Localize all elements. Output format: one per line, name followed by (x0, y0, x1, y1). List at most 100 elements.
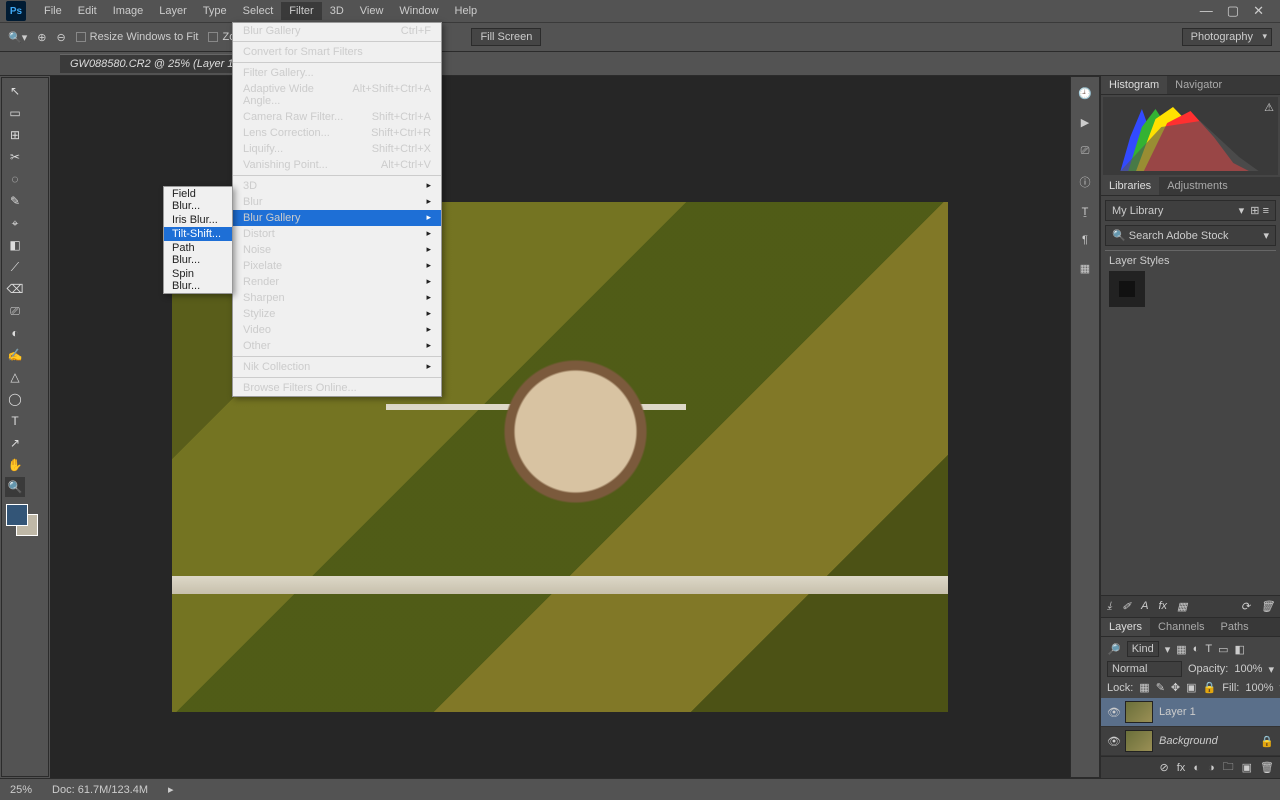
menu-file[interactable]: File (36, 2, 70, 20)
actions-icon[interactable]: ▶ (1081, 116, 1089, 129)
new-adjustment-icon[interactable]: ◑ (1208, 762, 1215, 774)
histogram-warning-icon[interactable]: ⚠ (1264, 101, 1274, 114)
filter-item-stylize[interactable]: Stylize (233, 306, 441, 322)
tool-14[interactable]: ◯ (5, 389, 25, 409)
zoom-out-icon[interactable]: ⊖ (56, 31, 65, 44)
filter-type-icon[interactable]: T (1205, 643, 1212, 655)
filter-item-distort[interactable]: Distort (233, 226, 441, 242)
tool-3[interactable]: ✂ (5, 147, 25, 167)
info-icon[interactable]: ⓘ (1080, 174, 1091, 190)
tab-channels[interactable]: Channels (1150, 618, 1212, 636)
filter-item-blur-gallery[interactable]: Blur GalleryCtrl+F (233, 23, 441, 39)
menu-image[interactable]: Image (105, 2, 152, 20)
menu-edit[interactable]: Edit (70, 2, 105, 20)
tab-adjustments[interactable]: Adjustments (1159, 177, 1236, 195)
tool-9[interactable]: ⌫ (5, 279, 25, 299)
paragraph-icon[interactable]: ¶ (1082, 234, 1088, 246)
tool-10[interactable]: ⎚ (5, 301, 25, 321)
library-search[interactable]: 🔍 Search Adobe Stock ▾ (1105, 225, 1276, 246)
filter-item-pixelate[interactable]: Pixelate (233, 258, 441, 274)
layer-row[interactable]: 👁Layer 1 (1101, 698, 1280, 727)
resize-windows-checkbox[interactable]: Resize Windows to Fit (76, 31, 199, 43)
tab-layers[interactable]: Layers (1101, 618, 1150, 636)
filter-item-blur-gallery[interactable]: Blur Gallery (233, 210, 441, 226)
link-layers-icon[interactable]: ⊘ (1160, 761, 1169, 774)
menu-filter[interactable]: Filter (281, 2, 321, 20)
menu-view[interactable]: View (352, 2, 392, 20)
filter-item-nik-collection[interactable]: Nik Collection (233, 359, 441, 375)
filter-item-adaptive-wide-angle-[interactable]: Adaptive Wide Angle...Alt+Shift+Ctrl+A (233, 81, 441, 109)
layer-style-thumb[interactable] (1109, 271, 1145, 307)
filter-item-blur[interactable]: Blur (233, 194, 441, 210)
tool-5[interactable]: ✎ (5, 191, 25, 211)
blur-gallery-item-iris-blur-[interactable]: Iris Blur... (164, 213, 232, 227)
tool-2[interactable]: ⊞ (5, 125, 25, 145)
blur-gallery-item-path-blur-[interactable]: Path Blur... (164, 241, 232, 267)
tool-1[interactable]: ▭ (5, 103, 25, 123)
layer-fx-icon[interactable]: fx (1177, 762, 1186, 774)
char-style-icon[interactable]: A (1141, 600, 1148, 613)
filter-shape-icon[interactable]: ▭ (1218, 643, 1228, 656)
lock-all-icon[interactable]: 🔒 (1203, 681, 1217, 694)
tool-17[interactable]: ✋ (5, 455, 25, 475)
lock-pixels-icon[interactable]: ✎ (1156, 681, 1165, 694)
filter-item-camera-raw-filter-[interactable]: Camera Raw Filter...Shift+Ctrl+A (233, 109, 441, 125)
delete-layer-icon[interactable]: 🗑 (1260, 761, 1274, 774)
properties-icon[interactable]: ⎚ (1081, 145, 1090, 158)
tool-7[interactable]: ◧ (5, 235, 25, 255)
tool-18[interactable]: 🔍 (5, 477, 25, 497)
doc-size[interactable]: Doc: 61.7M/123.4M (52, 784, 148, 796)
tool-15[interactable]: T (5, 411, 25, 431)
menu-type[interactable]: Type (195, 2, 235, 20)
new-group-icon[interactable]: 🗀 (1223, 758, 1234, 777)
add-graphic-icon[interactable]: ✐ (1122, 600, 1131, 613)
zoom-in-icon[interactable]: ⊕ (37, 31, 46, 44)
filter-item-render[interactable]: Render (233, 274, 441, 290)
tool-16[interactable]: ↗ (5, 433, 25, 453)
library-selector[interactable]: My Library ▾ ⊞ ≡ (1105, 200, 1276, 221)
menu-select[interactable]: Select (235, 2, 282, 20)
tab-histogram[interactable]: Histogram (1101, 76, 1167, 94)
minimize-icon[interactable]: — (1200, 3, 1213, 19)
sync-icon[interactable]: ⟳ (1241, 600, 1250, 613)
tool-0[interactable]: ↖ (5, 81, 25, 101)
workspace-selector[interactable]: Photography (1182, 28, 1272, 46)
foreground-swatch[interactable] (6, 504, 28, 526)
close-icon[interactable]: ✕ (1253, 3, 1264, 19)
tool-6[interactable]: ⌖ (5, 213, 25, 233)
blur-gallery-item-tilt-shift-[interactable]: Tilt-Shift... (164, 227, 232, 241)
layer-row[interactable]: 👁Background🔒 (1101, 727, 1280, 756)
menu-window[interactable]: Window (391, 2, 446, 20)
tab-libraries[interactable]: Libraries (1101, 177, 1159, 195)
tab-paths[interactable]: Paths (1213, 618, 1257, 636)
layer-filter-kind[interactable]: Kind (1127, 641, 1159, 657)
filter-item-convert-for-smart-filters[interactable]: Convert for Smart Filters (233, 44, 441, 60)
filter-item-liquify-[interactable]: Liquify...Shift+Ctrl+X (233, 141, 441, 157)
fx-icon[interactable]: fx (1158, 600, 1167, 613)
tool-11[interactable]: ◐ (5, 323, 25, 343)
filter-item-sharpen[interactable]: Sharpen (233, 290, 441, 306)
new-layer-icon[interactable]: ▣ (1242, 761, 1252, 774)
visibility-icon[interactable]: 👁 (1107, 706, 1119, 719)
trash-icon[interactable]: 🗑 (1260, 600, 1274, 613)
menu-help[interactable]: Help (447, 2, 486, 20)
filter-pixel-icon[interactable]: ▦ (1176, 643, 1186, 656)
tool-8[interactable]: ⟋ (5, 257, 25, 277)
fill-value[interactable]: 100% (1245, 682, 1273, 694)
styles-icon[interactable]: ▦ (1080, 262, 1090, 275)
blur-gallery-item-spin-blur-[interactable]: Spin Blur... (164, 267, 232, 293)
filter-item-browse-filters-online-[interactable]: Browse Filters Online... (233, 380, 441, 396)
visibility-icon[interactable]: 👁 (1107, 735, 1119, 748)
filter-item-noise[interactable]: Noise (233, 242, 441, 258)
filter-smart-icon[interactable]: ◧ (1234, 643, 1244, 656)
filter-item-vanishing-point-[interactable]: Vanishing Point...Alt+Ctrl+V (233, 157, 441, 173)
opacity-value[interactable]: 100% (1234, 663, 1262, 675)
character-icon[interactable]: Ṯ (1082, 206, 1089, 218)
lock-artboard-icon[interactable]: ▣ (1186, 681, 1196, 694)
canvas-area[interactable] (50, 76, 1070, 778)
menu-layer[interactable]: Layer (151, 2, 195, 20)
filter-item-other[interactable]: Other (233, 338, 441, 354)
color-icon[interactable]: ▦ (1177, 600, 1187, 613)
maximize-icon[interactable]: ▢ (1227, 3, 1239, 19)
filter-adjust-icon[interactable]: ◐ (1193, 643, 1200, 655)
